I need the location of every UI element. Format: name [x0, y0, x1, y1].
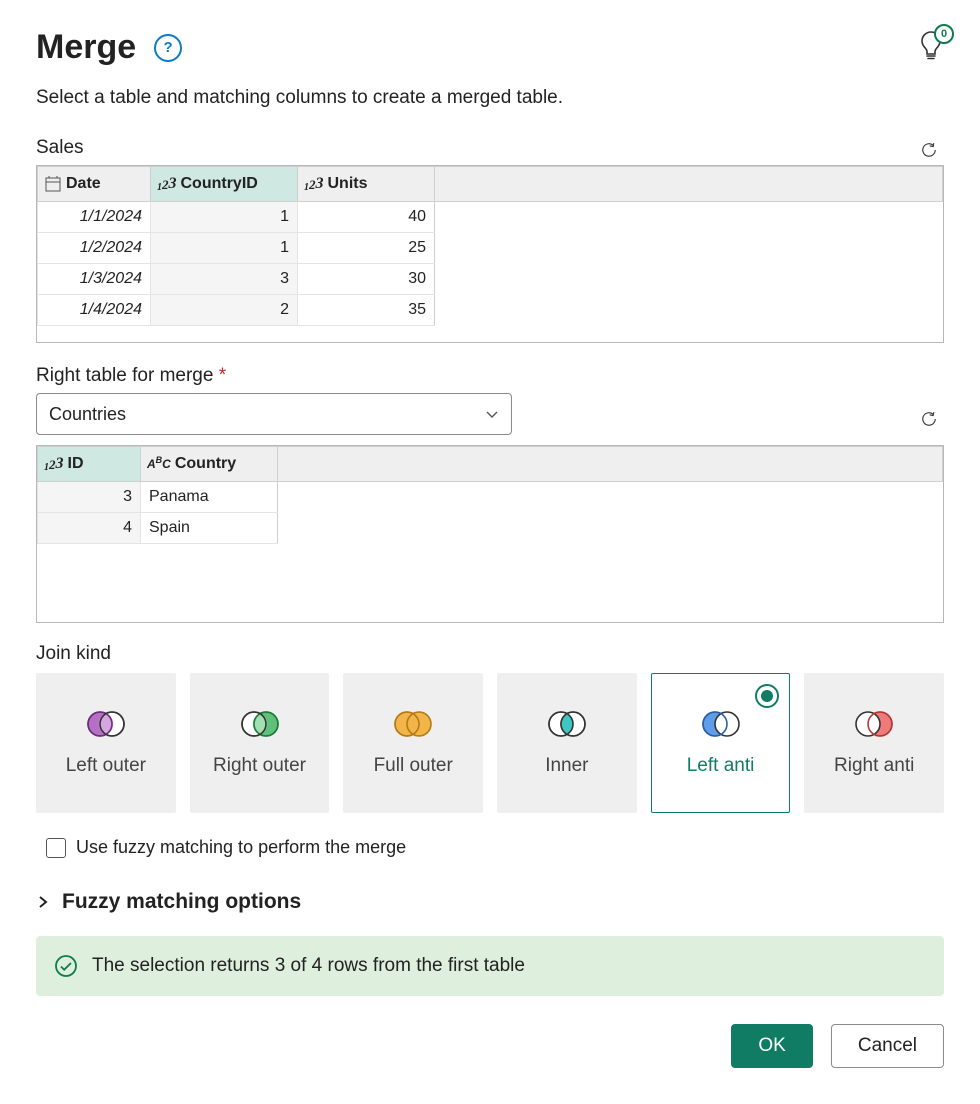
col-header-id[interactable]: 123 ID [38, 447, 141, 482]
col-header-country[interactable]: ABC Country [141, 447, 278, 482]
calendar-icon [44, 175, 62, 193]
table-row[interactable]: 1/3/2024330 [38, 264, 943, 295]
join-kind-options: Left outer Right outer Full outer [36, 673, 944, 813]
check-circle-icon [54, 954, 78, 978]
fuzzy-matching-row: Use fuzzy matching to perform the merge [46, 837, 944, 858]
col-header-label: CountryID [181, 175, 258, 193]
join-left-outer[interactable]: Left outer [36, 673, 176, 813]
help-icon[interactable]: ? [154, 34, 182, 62]
venn-left-anti-icon [698, 709, 744, 739]
venn-right-outer-icon [237, 709, 283, 739]
right-table-header-row: Countries [36, 393, 944, 445]
fuzzy-matching-label: Use fuzzy matching to perform the merge [76, 837, 406, 858]
table-row[interactable]: 1/1/2024140 [38, 202, 943, 233]
table-header-row: Date 123 CountryID 123 Units [38, 167, 943, 202]
join-left-anti[interactable]: Left anti [651, 673, 791, 813]
join-label: Inner [545, 755, 588, 778]
refresh-left-table-button[interactable] [914, 135, 944, 165]
join-inner[interactable]: Inner [497, 673, 637, 813]
dialog-header: Merge ? 0 [36, 28, 944, 67]
ok-button[interactable]: OK [731, 1024, 812, 1068]
join-label: Left outer [66, 755, 146, 778]
join-label: Full outer [374, 755, 453, 778]
venn-full-outer-icon [390, 709, 436, 739]
col-header-label: ID [68, 455, 84, 473]
table-row[interactable]: 4Spain [38, 513, 943, 544]
dialog-title: Merge [36, 28, 136, 67]
join-full-outer[interactable]: Full outer [343, 673, 483, 813]
col-header-spacer [278, 447, 943, 482]
table-row[interactable]: 1/4/2024235 [38, 295, 943, 326]
table-header-row: 123 ID ABC Country [38, 447, 943, 482]
join-label: Right anti [834, 755, 914, 778]
dropdown-value: Countries [49, 404, 126, 425]
col-header-date[interactable]: Date [38, 167, 151, 202]
tips-count-badge: 0 [934, 24, 954, 44]
venn-right-anti-icon [851, 709, 897, 739]
dialog-header-left: Merge ? [36, 28, 182, 67]
join-label: Right outer [213, 755, 306, 778]
join-selected-radio [755, 684, 779, 708]
col-header-label: Date [66, 175, 101, 193]
left-table-name: Sales [36, 137, 84, 159]
merge-dialog: Merge ? 0 Select a table and matching co… [0, 0, 980, 1104]
required-star: * [219, 365, 226, 386]
refresh-icon [920, 406, 938, 432]
col-header-spacer [435, 167, 943, 202]
selection-result-bar: The selection returns 3 of 4 rows from t… [36, 936, 944, 996]
col-header-countryid[interactable]: 123 CountryID [151, 167, 298, 202]
chevron-right-icon [36, 895, 50, 909]
text-type-icon: ABC [147, 457, 171, 471]
right-table-label: Right table for merge * [36, 365, 944, 387]
fuzzy-matching-checkbox[interactable] [46, 838, 66, 858]
dialog-footer: OK Cancel [36, 1024, 944, 1068]
fuzzy-options-expander[interactable]: Fuzzy matching options [36, 890, 944, 914]
right-table-dropdown[interactable]: Countries [36, 393, 512, 435]
col-header-label: Country [175, 455, 236, 473]
fuzzy-options-label: Fuzzy matching options [62, 890, 301, 914]
venn-left-outer-icon [83, 709, 129, 739]
number-type-icon: 123 [304, 175, 324, 193]
join-kind-label: Join kind [36, 643, 944, 665]
result-text: The selection returns 3 of 4 rows from t… [92, 955, 525, 977]
number-type-icon: 123 [157, 175, 177, 193]
table-row[interactable]: 1/2/2024125 [38, 233, 943, 264]
cancel-button[interactable]: Cancel [831, 1024, 944, 1068]
left-table-header-row: Sales [36, 135, 944, 165]
venn-inner-icon [544, 709, 590, 739]
dialog-subtitle: Select a table and matching columns to c… [36, 87, 944, 109]
col-header-label: Units [328, 175, 368, 193]
chevron-down-icon [483, 405, 501, 423]
join-right-anti[interactable]: Right anti [804, 673, 944, 813]
refresh-icon [920, 137, 938, 163]
table-row[interactable]: 3Panama [38, 482, 943, 513]
join-right-outer[interactable]: Right outer [190, 673, 330, 813]
left-table[interactable]: Date 123 CountryID 123 Units 1/1/2024140… [36, 165, 944, 343]
refresh-right-table-button[interactable] [914, 404, 944, 434]
tips-button[interactable]: 0 [918, 30, 944, 65]
col-header-units[interactable]: 123 Units [298, 167, 435, 202]
right-table[interactable]: 123 ID ABC Country 3Panama 4Spain [36, 445, 944, 623]
join-label: Left anti [687, 755, 755, 778]
number-type-icon: 123 [44, 455, 64, 473]
